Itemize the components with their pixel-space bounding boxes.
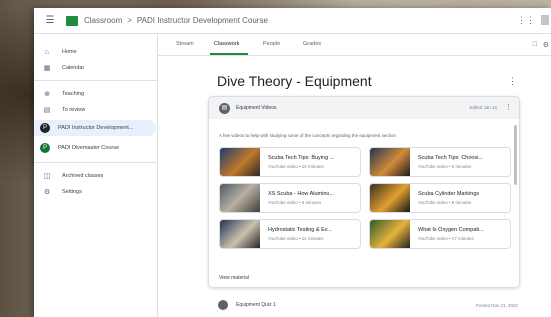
material-name: Equipment Videos	[236, 105, 277, 111]
calendar-icon: ▦	[43, 65, 51, 72]
sidebar-item-settings[interactable]: ⚙ Settings	[34, 184, 156, 200]
settings-icon: ⚙	[43, 189, 51, 196]
tab-people[interactable]: People	[263, 41, 280, 47]
hamburger-menu-icon[interactable]: ☰	[40, 15, 60, 26]
sidebar: ⌂ Home ▦ Calendar ⊕ Teaching ▤ To review…	[34, 34, 158, 317]
video-meta: YouTube video • 17 minutes	[418, 236, 474, 241]
video-meta: YouTube video • 10 minutes	[268, 164, 324, 169]
sidebar-divider	[34, 162, 158, 163]
more-vert-icon[interactable]: ⋮	[505, 103, 512, 111]
material-name: Equipment Quiz 1	[236, 302, 276, 308]
sidebar-item-label: Home	[62, 49, 77, 55]
sidebar-item-home[interactable]: ⌂ Home	[34, 44, 156, 60]
sidebar-item-padi-divemaster[interactable]: P PADI Divemaster Course	[34, 140, 156, 156]
video-thumbnail	[220, 220, 260, 248]
video-meta: YouTube video • 6 minutes	[418, 164, 472, 169]
material-row[interactable]: Equipment Quiz 1 Posted Nov 21, 2022	[208, 297, 520, 313]
course-avatar: P	[40, 143, 50, 153]
sidebar-item-archived[interactable]: ◫ Archived classes	[34, 168, 156, 184]
video-thumbnail	[370, 220, 410, 248]
sidebar-item-label: Teaching	[62, 91, 85, 97]
video-meta: YouTube video • 6 minutes	[268, 200, 322, 205]
card-scrollbar[interactable]	[514, 125, 517, 185]
video-meta: YouTube video • 8 minutes	[418, 200, 472, 205]
sidebar-item-label: Settings	[62, 189, 82, 195]
breadcrumb-app[interactable]: Classroom	[84, 16, 122, 25]
view-material-link[interactable]: View material	[219, 275, 249, 281]
video-attachment[interactable]: XS Scuba - How Aluminu... YouTube video …	[219, 183, 361, 213]
sidebar-item-calendar[interactable]: ▦ Calendar	[34, 60, 156, 76]
video-title: Scuba Cylinder Markings	[418, 191, 480, 197]
video-thumbnail	[370, 184, 410, 212]
video-title: Scuba Tech Tips: Buying ...	[268, 155, 335, 161]
tab-stream[interactable]: Stream	[176, 41, 194, 47]
video-thumbnail	[370, 148, 410, 176]
material-icon	[218, 300, 228, 310]
video-attachment[interactable]: Hydrostatic Testing & Ev... YouTube vide…	[219, 219, 361, 249]
app-header: ☰ Classroom > PADI Instructor Developmen…	[34, 8, 551, 34]
apps-grid-icon[interactable]: ⋮⋮	[517, 15, 535, 26]
breadcrumb-course[interactable]: PADI Instructor Development Course	[137, 16, 268, 25]
video-attachment[interactable]: What Is Oxygen Compati... YouTube video …	[369, 219, 511, 249]
sidebar-item-label: PADI Instructor Development...	[58, 125, 134, 131]
video-title: XS Scuba - How Aluminu...	[268, 191, 335, 197]
material-description: A few videos to help with studying some …	[219, 133, 396, 138]
sidebar-item-label: To review	[62, 107, 86, 113]
sidebar-item-label: PADI Divemaster Course	[58, 145, 120, 151]
gear-icon[interactable]: ⚙	[543, 41, 549, 49]
video-meta: YouTube video • 11 minutes	[268, 236, 324, 241]
video-title: Hydrostatic Testing & Ev...	[268, 227, 332, 233]
video-title: What Is Oxygen Compati...	[418, 227, 484, 233]
sidebar-item-teaching[interactable]: ⊕ Teaching	[34, 86, 156, 102]
browser-screen: ☰ Classroom > PADI Instructor Developmen…	[34, 8, 551, 317]
sidebar-item-label: Calendar	[62, 65, 85, 71]
material-card-header[interactable]: ▤ Equipment Videos Edited Jan 16 ⋮	[209, 97, 519, 119]
review-icon: ▤	[43, 107, 51, 114]
more-vert-icon[interactable]: ⋮	[508, 76, 517, 87]
account-avatar[interactable]	[541, 15, 549, 25]
home-icon: ⌂	[44, 48, 50, 56]
video-attachment[interactable]: Scuba Cylinder Markings YouTube video • …	[369, 183, 511, 213]
video-thumbnail	[220, 148, 260, 176]
video-attachment[interactable]: Scuba Tech Tips: Choosi... YouTube video…	[369, 147, 511, 177]
sidebar-item-label: Archived classes	[62, 173, 104, 179]
material-icon: ▤	[219, 102, 230, 114]
material-date: Posted Nov 21, 2022	[475, 303, 518, 308]
archive-icon: ◫	[43, 173, 51, 180]
course-tabs: Stream Classwork People Grades □ ⚙	[158, 34, 551, 56]
material-date: Edited Jan 16	[469, 105, 497, 110]
sidebar-item-to-review[interactable]: ▤ To review	[34, 102, 156, 118]
video-attachment[interactable]: Scuba Tech Tips: Buying ... YouTube vide…	[219, 147, 361, 177]
sidebar-item-padi-instructor[interactable]: P PADI Instructor Development...	[34, 120, 156, 136]
tab-grades[interactable]: Grades	[303, 41, 321, 47]
teaching-icon: ⊕	[44, 91, 50, 98]
page-title: Dive Theory - Equipment	[217, 73, 372, 89]
course-avatar: P	[40, 123, 50, 133]
sidebar-divider	[34, 80, 158, 81]
video-title: Scuba Tech Tips: Choosi...	[418, 155, 484, 161]
tab-classwork[interactable]: Classwork	[214, 41, 239, 47]
breadcrumb-separator: >	[127, 16, 132, 25]
material-card: ▤ Equipment Videos Edited Jan 16 ⋮ A few…	[208, 96, 520, 288]
active-tab-indicator	[210, 53, 248, 55]
classroom-logo[interactable]	[66, 15, 78, 26]
video-thumbnail	[220, 184, 260, 212]
calendar-icon[interactable]: □	[533, 41, 537, 48]
